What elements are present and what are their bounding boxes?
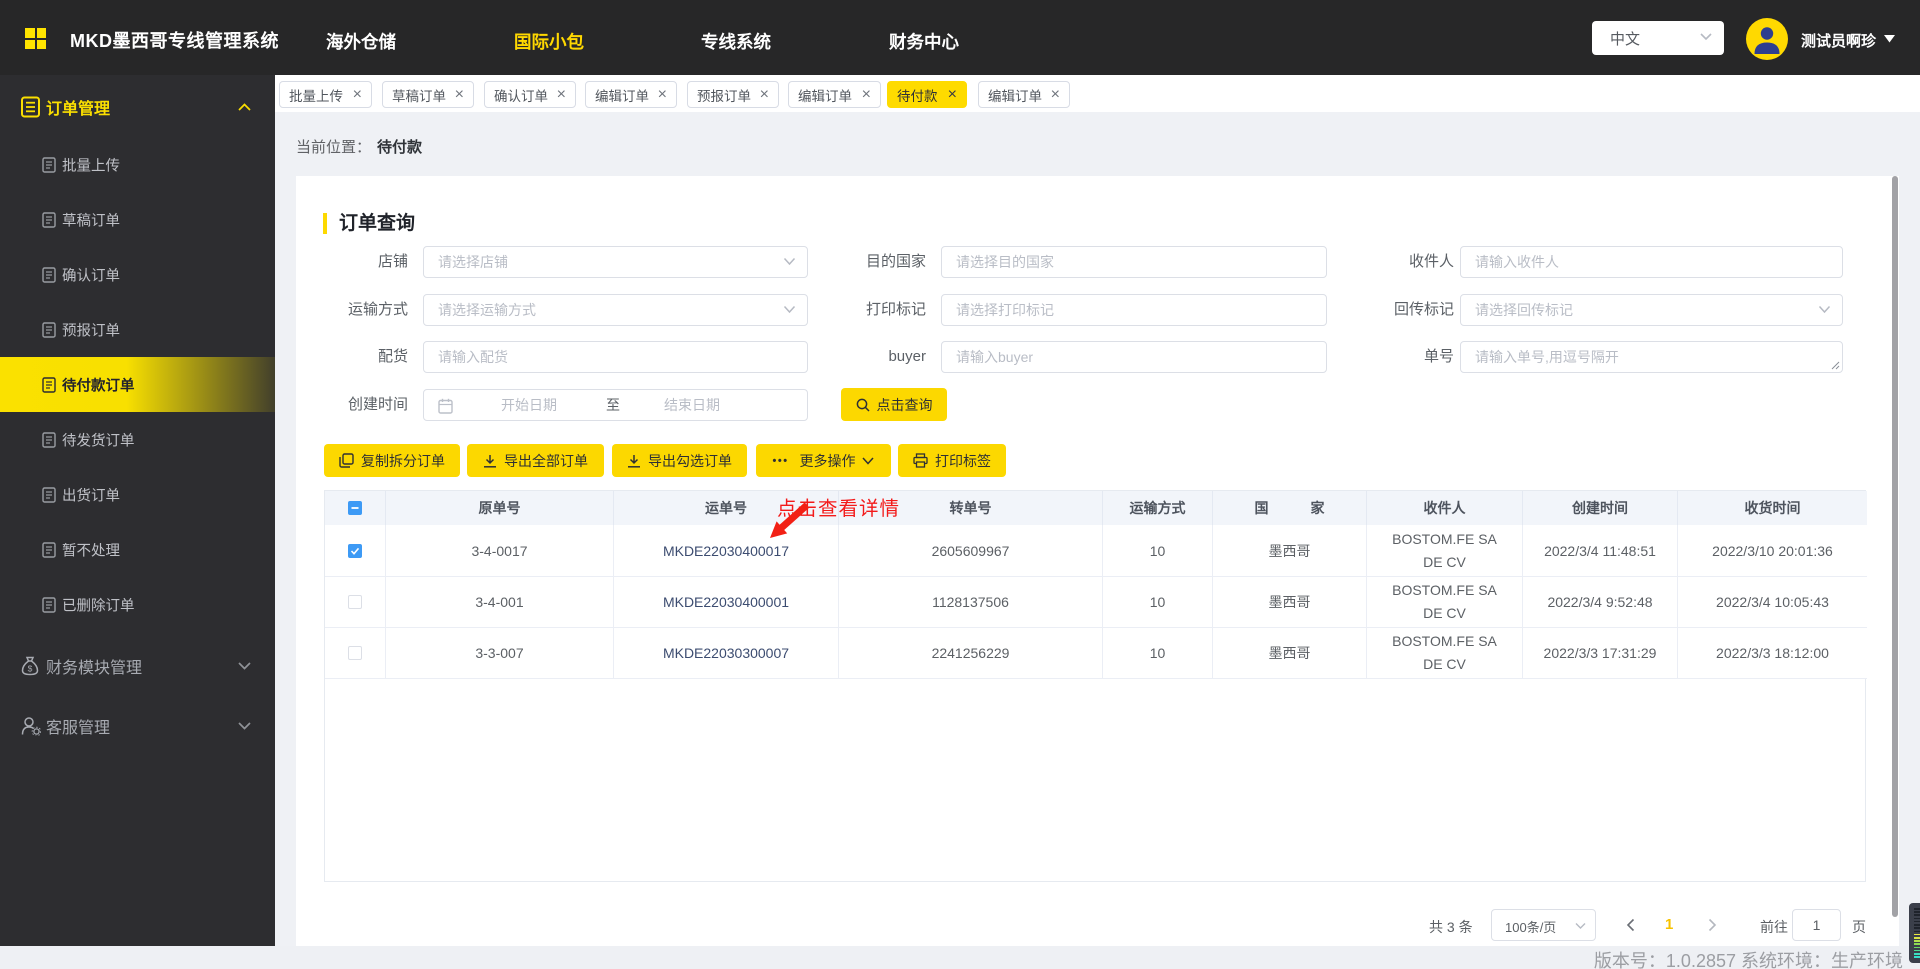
svg-text:$: $ <box>28 664 33 674</box>
